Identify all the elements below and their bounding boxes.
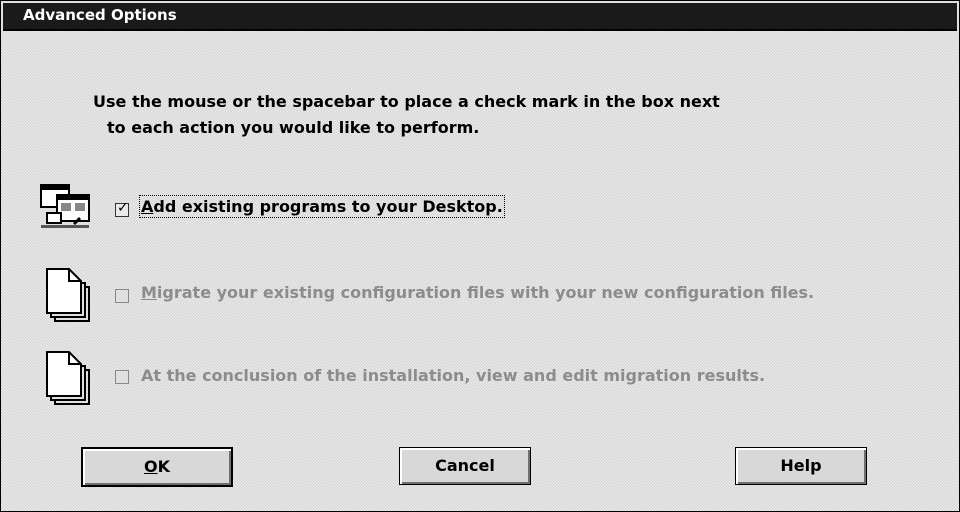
advanced-options-dialog: Advanced Options Use the mouse or the sp… — [0, 0, 960, 512]
instructions-line-1: Use the mouse or the spacebar to place a… — [93, 92, 720, 111]
document-icon — [46, 351, 90, 405]
help-button[interactable]: Help — [735, 447, 867, 485]
instructions-line-2: to each action you would like to perform… — [107, 118, 480, 137]
add-programs-label[interactable]: Add existing programs to your Desktop. — [139, 195, 505, 218]
migrate-config-label[interactable]: Migrate your existing configuration file… — [141, 283, 814, 302]
title-bar[interactable]: Advanced Options — [3, 3, 957, 31]
option-view-results: At the conclusion of the installation, v… — [39, 346, 939, 406]
instructions-text: Use the mouse or the spacebar to place a… — [93, 89, 893, 141]
migrate-config-checkbox[interactable] — [115, 289, 129, 303]
view-results-label[interactable]: At the conclusion of the installation, v… — [141, 366, 765, 385]
check-mark-icon: ✓ — [117, 200, 129, 216]
view-results-checkbox[interactable] — [115, 370, 129, 384]
option-migrate-config: Migrate your existing configuration file… — [39, 263, 939, 323]
option-add-programs: ✓ Add existing programs to your Desktop. — [39, 179, 939, 239]
cancel-button[interactable]: Cancel — [399, 447, 531, 485]
document-icon — [46, 268, 90, 322]
ok-button[interactable]: OK — [81, 447, 233, 487]
dialog-title: Advanced Options — [23, 6, 177, 24]
desktop-programs-icon — [40, 184, 90, 228]
add-programs-checkbox[interactable]: ✓ — [115, 200, 129, 217]
